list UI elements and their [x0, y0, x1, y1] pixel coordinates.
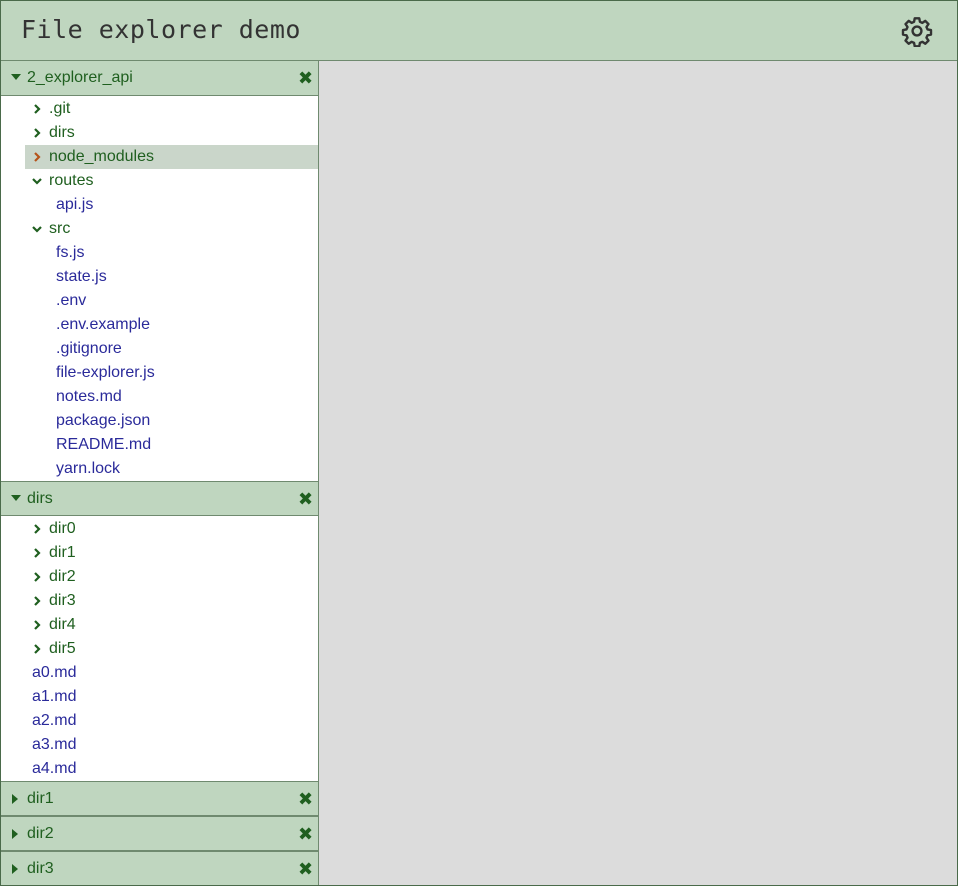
file-name: a4.md	[32, 760, 77, 777]
tree-folder-item[interactable]: dir1	[1, 541, 318, 565]
app-title: File explorer demo	[21, 15, 301, 44]
file-name: yarn.lock	[56, 460, 121, 477]
panel-label: 2_explorer_api	[27, 69, 133, 86]
chevron-right-icon[interactable]	[31, 571, 43, 583]
chevron-down-icon[interactable]	[31, 175, 43, 187]
caret-down-icon[interactable]	[11, 74, 21, 80]
tree-folder-item[interactable]: dir2	[1, 565, 318, 589]
tree-folder-item[interactable]: routes	[1, 169, 318, 193]
tree-file-item[interactable]: fs.js	[1, 241, 318, 265]
close-icon[interactable]: ✖	[298, 489, 313, 509]
caret-down-icon[interactable]	[11, 495, 21, 501]
close-icon[interactable]: ✖	[298, 68, 313, 88]
tree-file-item[interactable]: a3.md	[1, 733, 318, 757]
tree-folder-item[interactable]: dir5	[1, 637, 318, 661]
chevron-right-icon[interactable]	[31, 103, 43, 115]
tree-file-item[interactable]: state.js	[1, 265, 318, 289]
file-name: .gitignore	[56, 340, 122, 357]
tree-file-item[interactable]: file-explorer.js	[1, 361, 318, 385]
panel-label: dir2	[27, 825, 54, 842]
file-name: a3.md	[32, 736, 77, 753]
caret-right-icon[interactable]	[12, 829, 18, 839]
chevron-down-icon[interactable]	[31, 223, 43, 235]
chevron-right-icon[interactable]	[31, 619, 43, 631]
file-name: api.js	[56, 196, 94, 213]
chevron-right-icon[interactable]	[31, 547, 43, 559]
tree-folder-item[interactable]: src	[1, 217, 318, 241]
tree-folder-item[interactable]: dir0	[1, 517, 318, 541]
folder-name: dir1	[49, 544, 76, 561]
file-name: file-explorer.js	[56, 364, 155, 381]
panel-header[interactable]: 2_explorer_api ✖	[1, 61, 318, 96]
tree-file-item[interactable]: .env	[1, 289, 318, 313]
panel-label: dir1	[27, 790, 54, 807]
file-name: fs.js	[56, 244, 85, 261]
main-content-area	[320, 61, 957, 885]
tree-folder-item[interactable]: dir4	[1, 613, 318, 637]
chevron-right-icon[interactable]	[31, 127, 43, 139]
tree-folder-item[interactable]: dirs	[1, 121, 318, 145]
file-tree: dir0 dir1 dir2 dir3 dir4 dir5 a0.md a1.md a2.md a…	[1, 516, 318, 781]
panel-header[interactable]: dir3 ✖	[1, 851, 318, 885]
file-name: package.json	[56, 412, 151, 429]
folder-name: routes	[49, 172, 94, 189]
file-explorer-app: File explorer demo 2_explorer_api ✖ .git di…	[0, 0, 958, 886]
tree-file-item[interactable]: a0.md	[1, 661, 318, 685]
file-name: notes.md	[56, 388, 122, 405]
close-icon[interactable]: ✖	[298, 789, 313, 809]
file-name: a0.md	[32, 664, 77, 681]
folder-name: .git	[49, 100, 71, 117]
chevron-right-icon[interactable]	[31, 595, 43, 607]
tree-folder-item[interactable]: dir3	[1, 589, 318, 613]
tree-file-item[interactable]: a2.md	[1, 709, 318, 733]
file-name: a2.md	[32, 712, 77, 729]
folder-name: dir5	[49, 640, 76, 657]
panel-header[interactable]: dirs ✖	[1, 481, 318, 516]
tree-file-item[interactable]: a1.md	[1, 685, 318, 709]
chevron-right-icon[interactable]	[31, 151, 43, 163]
file-name: .env	[56, 292, 87, 309]
folder-name: dir3	[49, 592, 76, 609]
tree-file-item[interactable]: .gitignore	[1, 337, 318, 361]
folder-name: dir0	[49, 520, 76, 537]
panel-header[interactable]: dir1 ✖	[1, 781, 318, 816]
close-icon[interactable]: ✖	[298, 824, 313, 844]
folder-name: src	[49, 220, 71, 237]
chevron-right-icon[interactable]	[31, 643, 43, 655]
tree-folder-item[interactable]: node_modules	[25, 145, 318, 169]
app-header: File explorer demo	[1, 1, 957, 61]
tree-file-item[interactable]: package.json	[1, 409, 318, 433]
tree-file-item[interactable]: yarn.lock	[1, 457, 318, 481]
file-tree: .git dirs node_modulesroutes api.js src fs.js…	[1, 96, 318, 481]
panel-label: dir3	[27, 860, 54, 877]
panel-header[interactable]: dir2 ✖	[1, 816, 318, 851]
tree-folder-item[interactable]: .git	[1, 97, 318, 121]
folder-name: dirs	[49, 124, 75, 141]
panel-label: dirs	[27, 490, 53, 507]
folder-name: dir2	[49, 568, 76, 585]
gear-icon[interactable]	[901, 15, 933, 47]
tree-file-item[interactable]: .env.example	[1, 313, 318, 337]
caret-right-icon[interactable]	[12, 864, 18, 874]
explorer-sidebar: 2_explorer_api ✖ .git dirs node_modulesroute…	[1, 61, 319, 885]
file-name: a1.md	[32, 688, 77, 705]
file-name: .env.example	[56, 316, 150, 333]
folder-name: dir4	[49, 616, 76, 633]
file-name: state.js	[56, 268, 107, 285]
caret-right-icon[interactable]	[12, 794, 18, 804]
tree-file-item[interactable]: api.js	[1, 193, 318, 217]
folder-name: node_modules	[49, 148, 154, 165]
tree-file-item[interactable]: README.md	[1, 433, 318, 457]
file-name: README.md	[56, 436, 152, 453]
chevron-right-icon[interactable]	[31, 523, 43, 535]
tree-file-item[interactable]: notes.md	[1, 385, 318, 409]
close-icon[interactable]: ✖	[298, 859, 313, 879]
tree-file-item[interactable]: a4.md	[1, 757, 318, 781]
